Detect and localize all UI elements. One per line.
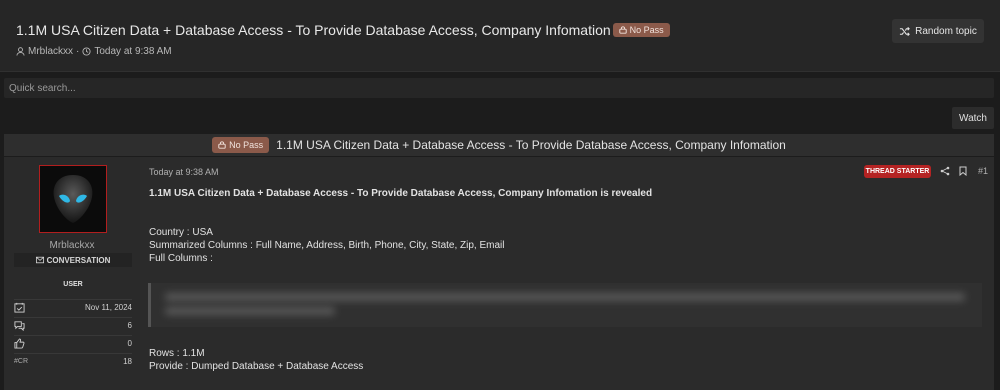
no-pass-badge[interactable]: No Pass	[612, 23, 670, 37]
alien-avatar-icon	[53, 175, 93, 223]
no-pass-badge-label: No Pass	[629, 25, 664, 35]
stat-cr: #CR 18	[14, 353, 132, 369]
post-intro: 1.1M USA Citizen Data + Database Access …	[149, 188, 653, 199]
conversation-label: CONVERSATION	[46, 255, 111, 265]
user-role-badge: USER	[63, 280, 83, 288]
user-icon	[16, 47, 25, 56]
watch-button[interactable]: Watch	[952, 107, 994, 129]
username-link[interactable]: Mrblackxx	[4, 240, 140, 251]
stat-reactions-value: 0	[127, 339, 132, 348]
stat-joined-value: Nov 11, 2024	[85, 303, 132, 312]
post-no-pass-badge-label: No Pass	[229, 140, 264, 150]
clock-icon	[82, 47, 91, 56]
post-full-columns: Full Columns :	[149, 253, 213, 264]
watch-label: Watch	[959, 112, 987, 124]
quick-search-input[interactable]	[4, 78, 994, 98]
share-icon[interactable]	[940, 166, 950, 176]
thread-header: 1.1M USA Citizen Data + Database Access …	[0, 0, 1000, 72]
random-topic-button[interactable]: Random topic	[892, 19, 984, 43]
calendar-check-icon	[14, 302, 25, 313]
post-rows: Rows : 1.1M	[149, 348, 205, 359]
post-summarized-columns: Summarized Columns : Full Name, Address,…	[149, 240, 505, 251]
avatar[interactable]	[39, 165, 107, 233]
blurred-hidden-content	[148, 283, 982, 327]
post-title: 1.1M USA Citizen Data + Database Access …	[276, 138, 786, 152]
post-provide: Provide : Dumped Database + Database Acc…	[149, 361, 364, 372]
post-no-pass-badge[interactable]: No Pass	[212, 137, 270, 153]
stat-messages: 6	[14, 317, 132, 333]
stat-joined: Nov 11, 2024	[14, 299, 132, 315]
stat-cr-value: 18	[123, 357, 132, 366]
comments-icon	[14, 320, 25, 331]
thread-title-text: 1.1M USA Citizen Data + Database Access …	[16, 22, 611, 38]
post-title-bar: No Pass 1.1M USA Citizen Data + Database…	[4, 134, 994, 156]
stat-messages-value: 6	[127, 321, 132, 330]
shuffle-icon	[900, 26, 911, 36]
thread-title: 1.1M USA Citizen Data + Database Access …	[16, 22, 670, 38]
lock-icon	[618, 26, 627, 34]
stat-cr-label: #CR	[14, 358, 29, 365]
bookmark-icon[interactable]	[958, 166, 968, 177]
stat-reactions: 0	[14, 335, 132, 351]
thread-date-link[interactable]: Today at 9:38 AM	[94, 46, 171, 57]
meta-separator: ·	[76, 46, 80, 57]
thread-meta: Mrblackxx · Today at 9:38 AM	[16, 46, 172, 57]
user-sidebar: Mrblackxx CONVERSATION USER Nov 11, 2024…	[4, 157, 140, 390]
random-topic-label: Random topic	[915, 25, 977, 37]
post-body: Today at 9:38 AM THREAD STARTER #1 1.1M …	[140, 157, 994, 390]
post-number-link[interactable]: #1	[978, 166, 988, 176]
envelope-icon	[35, 256, 44, 264]
conversation-button[interactable]: CONVERSATION	[14, 253, 132, 267]
post-country: Country : USA	[149, 227, 213, 238]
lock-icon	[218, 141, 226, 149]
thread-starter-badge: THREAD STARTER	[864, 165, 931, 178]
thumbs-up-icon	[14, 338, 25, 349]
post-date-link[interactable]: Today at 9:38 AM	[149, 167, 219, 177]
thread-author-link[interactable]: Mrblackxx	[28, 46, 73, 57]
